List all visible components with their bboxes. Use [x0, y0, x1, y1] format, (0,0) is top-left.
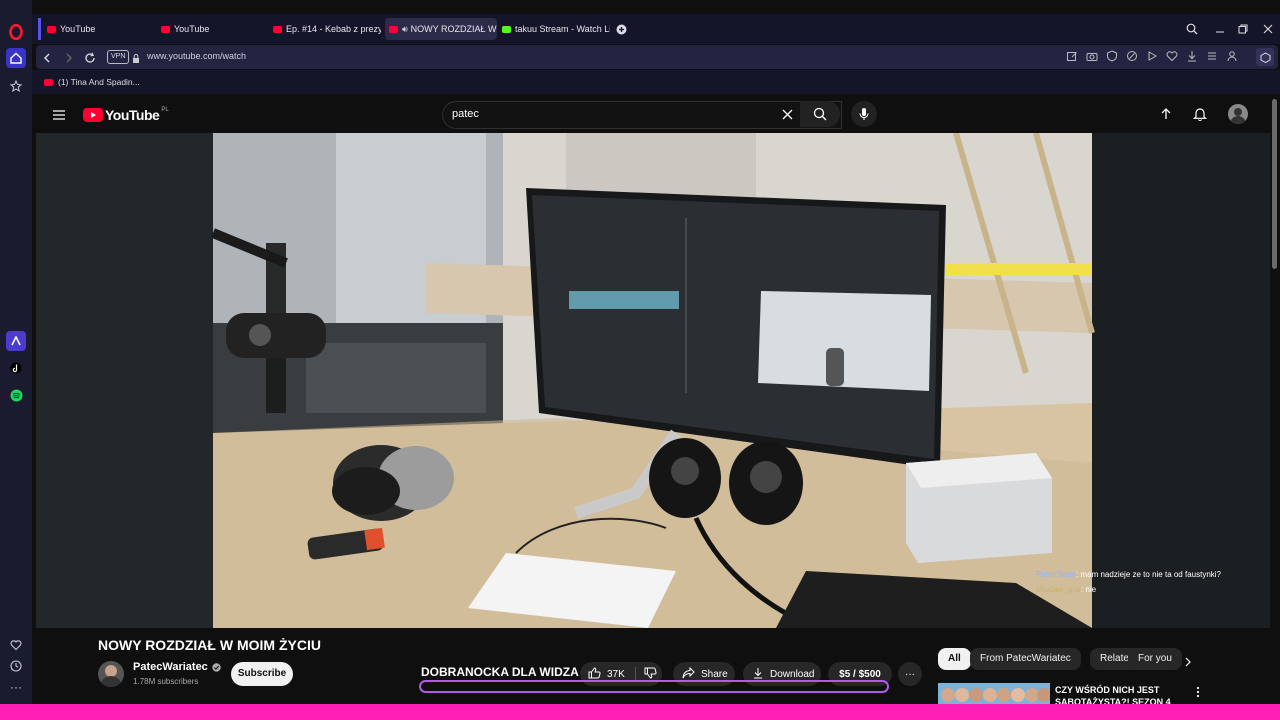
- notifications-bell-icon[interactable]: [1192, 107, 1208, 126]
- youtube-logo[interactable]: YouTube PL: [83, 107, 169, 123]
- spotify-icon[interactable]: [6, 385, 26, 405]
- vpn-badge[interactable]: VPN: [107, 50, 130, 64]
- more-vertical-icon[interactable]: [1196, 685, 1200, 703]
- chat-user: chudaw_gov: [1036, 585, 1081, 594]
- hamburger-menu-icon[interactable]: [52, 108, 66, 126]
- search-icon: [813, 107, 827, 121]
- extension-icon[interactable]: [1126, 49, 1138, 67]
- heart-outline-icon[interactable]: [1166, 49, 1178, 67]
- tab-active[interactable]: 🔊︎ NOWY ROZDZIAŁ W: [385, 18, 497, 40]
- forward-icon[interactable]: [64, 51, 74, 69]
- camera-icon[interactable]: [1086, 49, 1098, 67]
- kick-favicon-icon: [502, 25, 511, 33]
- clear-search-icon[interactable]: [781, 108, 794, 126]
- video-player[interactable]: PatekTeam: mam nadzieje ze to nie ta od …: [36, 133, 1270, 628]
- youtube-logo-icon: [83, 108, 103, 122]
- close-icon[interactable]: [1262, 22, 1274, 40]
- video-frame: [36, 133, 1270, 628]
- chat-message: chudaw_gov: nie: [1036, 585, 1096, 594]
- download-icon[interactable]: [1186, 49, 1198, 67]
- tab[interactable]: takuu Stream - Watch Live: [500, 18, 610, 40]
- opera-logo-icon[interactable]: [6, 22, 26, 42]
- home-icon[interactable]: [6, 48, 26, 68]
- toolbar-icons: [1066, 49, 1238, 67]
- channel-name[interactable]: PatecWariatec: [133, 661, 221, 673]
- menu-icon[interactable]: [1206, 49, 1218, 67]
- divider: [634, 667, 636, 681]
- browser-sidebar: ···: [0, 0, 32, 720]
- youtube-favicon-icon: [47, 25, 56, 33]
- chevron-right-icon[interactable]: [1184, 654, 1192, 672]
- subscriber-count: 1.78M subscribers: [133, 677, 199, 686]
- upload-icon[interactable]: [1160, 107, 1172, 126]
- edit-icon[interactable]: [1066, 49, 1078, 67]
- youtube-favicon-icon: [161, 25, 170, 33]
- address-bar: VPN www.youtube.com/watch: [36, 45, 1278, 69]
- reload-icon[interactable]: [84, 51, 96, 69]
- chat-message: PatekTeam: mam nadzieje ze to nie ta od …: [1036, 570, 1221, 579]
- verified-icon: [212, 662, 221, 672]
- tiktok-icon[interactable]: [6, 358, 26, 378]
- chat-text: : mam nadzieje ze to nie ta od faustynki…: [1076, 570, 1221, 579]
- account-avatar[interactable]: [1228, 104, 1248, 124]
- youtube-favicon-icon: [273, 25, 282, 33]
- recommended-thumbnail[interactable]: [938, 683, 1050, 705]
- progress-highlight: [419, 680, 889, 693]
- url-field[interactable]: www.youtube.com/watch: [147, 51, 246, 61]
- search-tabs-icon[interactable]: [1186, 22, 1198, 40]
- tab[interactable]: YouTube: [159, 18, 265, 40]
- bookmark-item[interactable]: (1) Tina And Spadin...: [44, 77, 140, 87]
- minimize-icon[interactable]: [1214, 22, 1226, 34]
- overlay-title: DOBRANOCKA DLA WIDZA: [421, 665, 579, 679]
- microphone-icon: [859, 108, 869, 120]
- like-count[interactable]: 37K: [607, 669, 625, 680]
- chat-text: : nie: [1080, 585, 1097, 594]
- chip-from-channel[interactable]: From PatecWariatec: [970, 648, 1081, 670]
- aria-icon[interactable]: [6, 331, 26, 351]
- heart-icon[interactable]: [6, 635, 26, 655]
- bookmarks-bar: (1) Tina And Spadin...: [32, 70, 1280, 94]
- youtube-favicon-icon: [389, 25, 398, 33]
- profile-icon[interactable]: [1226, 49, 1238, 67]
- taskbar-strip: [0, 704, 1280, 720]
- box-icon[interactable]: [1256, 48, 1274, 66]
- tab[interactable]: YouTube: [38, 18, 159, 40]
- history-icon[interactable]: [6, 656, 26, 676]
- chips-bar: All From PatecWariatec Related For you: [902, 642, 1242, 676]
- scrollbar-thumb[interactable]: [1272, 99, 1277, 269]
- new-tab-button[interactable]: [614, 18, 628, 40]
- restore-icon[interactable]: [1237, 22, 1249, 40]
- more-icon[interactable]: ···: [6, 677, 26, 697]
- speed-dial-icon[interactable]: [6, 76, 26, 96]
- tab-bar: YouTube YouTube Ep. #14 - Kebab z prezyd…: [32, 14, 1280, 44]
- search-box[interactable]: patec: [442, 101, 842, 129]
- subscribe-button[interactable]: Subscribe: [231, 662, 293, 686]
- voice-search-button[interactable]: [851, 101, 877, 127]
- video-title: NOWY ROZDZIAŁ W MOIM ŻYCIU: [98, 637, 321, 653]
- youtube-page: YouTube PL patec PatekTeam: mam nadzieje…: [36, 95, 1270, 720]
- tab[interactable]: Ep. #14 - Kebab z prezyde: [271, 18, 381, 40]
- lock-icon[interactable]: [132, 51, 140, 69]
- shield-icon[interactable]: [1106, 49, 1118, 67]
- play-icon[interactable]: [1146, 49, 1158, 67]
- chat-user: PatekTeam: [1036, 570, 1077, 579]
- channel-avatar[interactable]: [98, 661, 124, 687]
- search-input[interactable]: patec: [452, 108, 479, 120]
- chip-all[interactable]: All: [938, 648, 971, 670]
- back-icon[interactable]: [42, 51, 52, 69]
- search-button[interactable]: [800, 101, 840, 127]
- speaker-icon: 🔊︎: [402, 23, 408, 34]
- youtube-favicon-icon: [44, 78, 53, 86]
- chip-for-you[interactable]: For you: [1128, 648, 1182, 670]
